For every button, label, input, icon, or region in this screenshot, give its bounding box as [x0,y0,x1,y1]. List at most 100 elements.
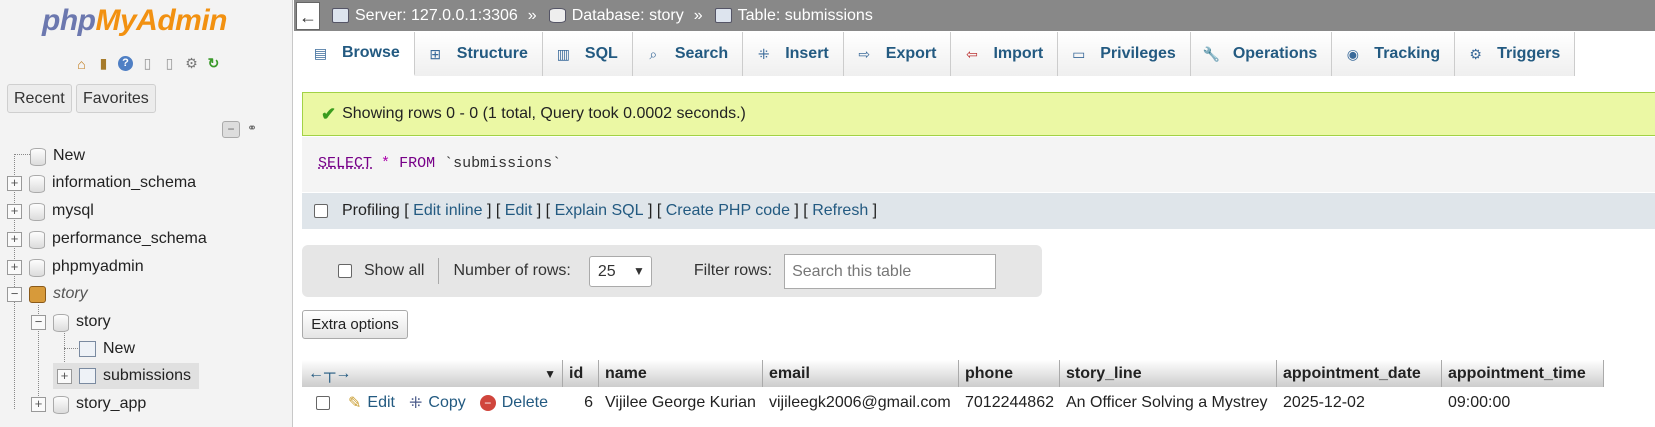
sql-keyword-select[interactable]: SELECT [318,155,372,172]
column-header-id[interactable]: id [563,360,599,387]
chevron-down-icon: ▼ [632,263,645,278]
column-header-email[interactable]: email [763,360,959,387]
collapse-all-icon[interactable]: − [222,121,240,138]
column-header-appointment-time[interactable]: appointment_time [1442,360,1604,387]
settings-gear-icon[interactable]: ⚙ [182,54,201,73]
expand-icon[interactable]: + [57,368,72,384]
database-icon [548,8,566,23]
browse-icon: ▤ [313,44,328,61]
breadcrumb: ← Server: 127.0.0.1:3306 » Database: sto… [294,0,1655,31]
breadcrumb-database[interactable]: Database: story [548,7,684,25]
database-group-icon [29,285,46,303]
column-header-phone[interactable]: phone [959,360,1060,387]
tree-item-mysql[interactable]: + mysql [7,198,94,224]
filter-rows-input[interactable]: Search this table [784,253,997,289]
tab-operations[interactable]: 🔧 Operations [1190,32,1333,76]
sql-star: * [381,155,391,172]
expand-icon[interactable]: + [7,231,22,247]
new-db-icon [30,147,46,166]
tab-browse[interactable]: ▤ Browse [300,32,415,76]
back-arrow-icon[interactable]: ← [296,1,320,30]
sql-icon: ▥ [556,45,571,62]
tab-insert[interactable]: ⁜ Insert [743,32,844,76]
logout-icon[interactable]: ▮ [94,54,113,73]
tab-triggers[interactable]: ⚙ Triggers [1455,32,1576,76]
tab-privileges[interactable]: ▭ Privileges [1058,32,1191,76]
expand-icon[interactable]: + [7,259,22,275]
edit-row-button[interactable]: ✎ Edit [348,393,395,413]
breadcrumb-separator: » [693,6,703,24]
results-table: ←┬→ ▼ id name email phone story_line app… [302,360,1604,418]
tree-item-new-table[interactable]: New [79,336,135,362]
collapse-icon[interactable]: − [31,314,46,330]
tab-structure[interactable]: ⊞ Structure [414,32,543,76]
database-icon [29,258,45,277]
favorites-button[interactable]: Favorites [76,84,156,113]
column-arrows-icon[interactable]: ←┬→ [308,365,351,383]
create-php-code-link[interactable]: Create PHP code [666,193,790,229]
tree-item-new[interactable]: New [30,143,85,169]
cell-story-line[interactable]: An Officer Solving a Mystrey [1060,387,1277,418]
success-message: ✔ Showing rows 0 - 0 (1 total, Query too… [302,92,1655,136]
delete-row-button[interactable]: − Delete [479,394,548,412]
row-checkbox[interactable] [316,395,330,410]
tab-tracking[interactable]: ◉ Tracking [1332,32,1456,76]
profiling-label: Profiling [342,202,400,219]
cell-email[interactable]: vijileegk2006@gmail.com [763,387,959,418]
cell-phone[interactable]: 7012244862 [959,387,1060,418]
refresh-link[interactable]: Refresh [812,193,868,229]
breadcrumb-server[interactable]: Server: 127.0.0.1:3306 [332,7,518,25]
phpmyadmin-logo[interactable]: phpMyAdmin [42,4,227,38]
rows-per-page-select[interactable]: 25 ▼ [588,255,652,287]
tree-item-information-schema[interactable]: + information_schema [7,170,196,196]
expand-icon[interactable]: + [7,175,22,191]
column-controls: ←┬→ ▼ [302,360,563,387]
edit-link[interactable]: Edit [505,193,533,229]
column-header-story-line[interactable]: story_line [1060,360,1277,387]
docs-icon[interactable]: ▯ [138,54,157,73]
tab-bar: ▤ Browse ⊞ Structure ▥ SQL ⌕ Search ⁜ Insert … [300,32,1576,76]
tree-item-phpmyadmin[interactable]: + phpmyadmin [7,254,144,280]
tab-import[interactable]: ⇦ Import [951,32,1059,76]
tree-item-performance-schema[interactable]: + performance_schema [7,226,207,252]
operations-icon: 🔧 [1202,45,1221,62]
show-all-label: Show all [364,262,425,279]
column-header-name[interactable]: name [599,360,763,387]
edit-inline-link[interactable]: Edit inline [413,193,482,229]
recent-button[interactable]: Recent [7,84,72,113]
collapse-icon[interactable]: − [7,286,22,302]
column-header-appointment-date[interactable]: appointment_date [1277,360,1442,387]
copy-row-button[interactable]: ⁜ Copy [409,393,466,413]
link-with-main-icon[interactable]: ⚭ [243,121,261,138]
profiling-checkbox[interactable] [314,204,328,218]
table-icon [714,8,732,23]
structure-icon: ⊞ [429,45,442,62]
extra-options-button[interactable]: Extra options [302,310,408,339]
tree-item-story[interactable]: − story [31,309,111,335]
tab-search[interactable]: ⌕ Search [632,32,744,76]
sort-triangle-icon[interactable]: ▼ [544,367,556,381]
breadcrumb-table[interactable]: Table: submissions [714,7,873,25]
tree-item-story-group[interactable]: − story [7,281,88,307]
tree-item-submissions[interactable]: + submissions [53,363,199,389]
explain-sql-link[interactable]: Explain SQL [555,193,644,229]
cell-id[interactable]: 6 [563,387,599,418]
expand-icon[interactable]: + [7,203,22,219]
docs-copy-icon[interactable]: ▯ [160,54,179,73]
tab-sql[interactable]: ▥ SQL [542,32,633,76]
home-icon[interactable]: ⌂ [72,54,91,73]
export-icon: ⇨ [858,45,871,62]
sql-table-name: `submissions` [444,155,562,172]
delete-icon: − [479,394,496,411]
help-icon[interactable]: ? [116,54,135,73]
breadcrumb-separator: » [527,6,537,24]
tree-item-story-app[interactable]: + story_app [31,391,146,417]
cell-appointment-time[interactable]: 09:00:00 [1442,387,1604,418]
expand-icon[interactable]: + [31,396,46,412]
sql-query-display: SELECT * FROM `submissions` [302,137,1655,192]
cell-name[interactable]: Vijilee George Kurian [599,387,763,418]
reload-icon[interactable]: ↻ [204,54,223,73]
tab-export[interactable]: ⇨ Export [843,32,952,76]
show-all-checkbox[interactable] [338,264,352,278]
cell-appointment-date[interactable]: 2025-12-02 [1277,387,1442,418]
